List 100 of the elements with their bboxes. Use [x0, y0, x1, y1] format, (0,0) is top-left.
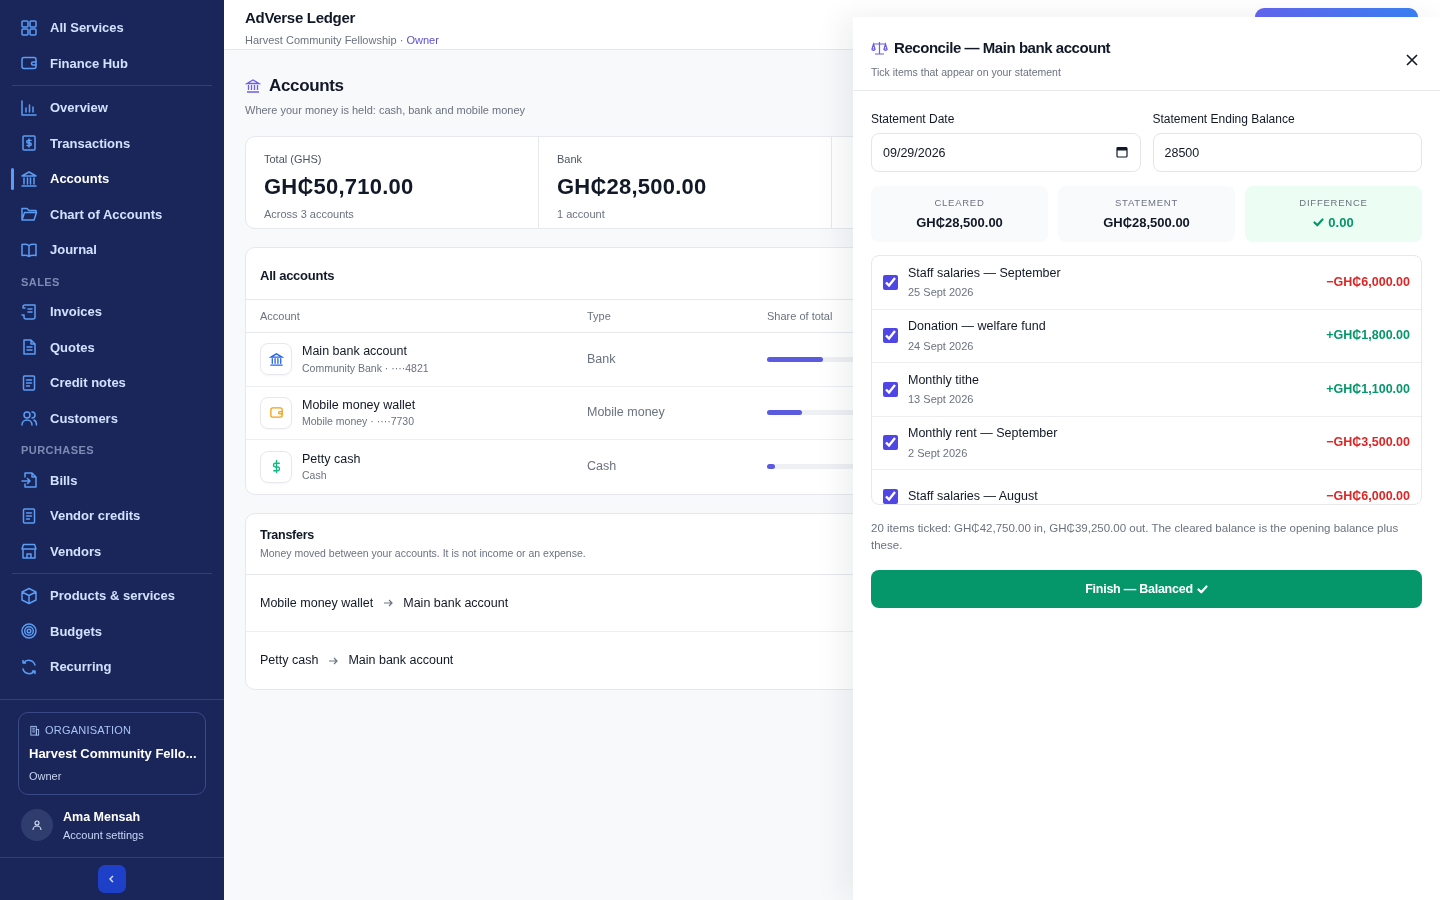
document-icon	[20, 338, 38, 357]
checkbox[interactable]	[883, 274, 898, 290]
sidebar-item[interactable]: Finance Hub	[12, 45, 212, 81]
date-field[interactable]: 09/29/2026	[871, 133, 1141, 172]
tile-label: DIFFERENCE	[1299, 195, 1368, 210]
item-date: 24 Sept 2026	[908, 338, 975, 354]
target-icon	[20, 622, 38, 641]
item-title: Monthly tithe	[908, 371, 979, 389]
organisation-card[interactable]: ORGANISATION Harvest Community Fello... Owner	[18, 712, 206, 795]
balance-field[interactable]: 28500	[1152, 133, 1422, 172]
organisation-name: Harvest Community Fello...	[29, 744, 195, 763]
header-button[interactable]	[1255, 8, 1418, 17]
sidebar-item[interactable]: Products & services	[12, 578, 212, 614]
field-label: Statement Date	[871, 111, 956, 128]
tile-value: 0.00	[1328, 213, 1354, 232]
account-name: Main bank account	[302, 343, 408, 360]
collapse-button[interactable]	[98, 865, 126, 893]
file-import-icon	[20, 471, 38, 490]
account-name: Petty cash	[302, 450, 361, 468]
card-title: All accounts	[260, 268, 335, 283]
sidebar-item[interactable]: Invoices	[12, 294, 212, 330]
transfer-from: Mobile money wallet	[260, 594, 374, 612]
stat-value: GH₵50,710.00	[264, 172, 415, 201]
checkbox[interactable]	[883, 488, 898, 504]
account-detail: Cash	[302, 468, 328, 484]
panel-title: Reconcile — Main bank account	[894, 38, 1111, 58]
item-date: 2 Sept 2026	[908, 445, 969, 461]
refresh-icon	[20, 657, 38, 676]
item-amount: +GH₵1,100.00	[1326, 380, 1410, 398]
account-type: Bank	[587, 350, 617, 368]
sidebar-item[interactable]: Vendor credits	[12, 498, 212, 534]
box-icon	[20, 586, 38, 605]
sidebar-item[interactable]: Recurring	[12, 649, 212, 685]
wallet-icon	[268, 405, 284, 421]
bank-icon	[20, 169, 38, 188]
sidebar-item[interactable]: Budgets	[12, 613, 212, 649]
checkbox[interactable]	[883, 381, 898, 397]
panel-subtitle: Tick items that appear on your statement	[871, 64, 1062, 80]
store-icon	[20, 542, 38, 561]
stat-note: 1 account	[557, 206, 606, 222]
app-title: AdVerse Ledger	[245, 8, 355, 28]
transfer-from: Petty cash	[260, 652, 319, 670]
sidebar-item[interactable]: Accounts	[12, 161, 212, 197]
sidebar-item[interactable]: Overview	[12, 90, 212, 126]
stat-label: Total (GHS)	[264, 152, 323, 167]
item-title: Monthly rent — September	[908, 425, 1058, 443]
summary-note: 20 items ticked: GH₵42,750.00 in, GH₵39,250.00 out. The cleared balance is the opening balance plus these.	[871, 521, 1400, 553]
transfer-to: Main bank account	[348, 652, 454, 670]
sidebar-item[interactable]: Journal	[12, 232, 212, 268]
arrow-right-icon	[383, 598, 394, 608]
bank-icon	[245, 77, 261, 94]
column-header: Share of total	[767, 308, 833, 324]
organisation-label: ORGANISATION	[45, 723, 132, 739]
receipt-icon	[20, 134, 38, 153]
page-subtitle: Where your money is held: cash, bank and mobile money	[245, 102, 527, 118]
field-label: Statement Ending Balance	[1152, 111, 1296, 128]
item-title: Staff salaries — September	[908, 264, 1061, 282]
arrow-right-icon	[328, 655, 339, 666]
column-header: Account	[260, 308, 301, 324]
sidebar-item[interactable]: Transactions	[12, 125, 212, 161]
account-type: Cash	[587, 458, 618, 476]
sidebar-item[interactable]: Chart of Accounts	[12, 196, 212, 232]
item-amount: −GH₵6,000.00	[1326, 487, 1410, 504]
users-icon	[20, 409, 38, 428]
checkbox[interactable]	[883, 328, 898, 344]
organisation-role: Owner	[29, 769, 63, 785]
item-title: Donation — welfare fund	[908, 318, 1046, 336]
bank-icon	[268, 351, 284, 367]
scroll-icon	[20, 302, 38, 321]
section-heading: SALES	[20, 274, 61, 290]
role-link[interactable]: Owner	[406, 33, 439, 46]
sidebar-item[interactable]: Credit notes	[12, 365, 212, 401]
building-icon	[29, 725, 40, 736]
sidebar-item[interactable]: Quotes	[12, 329, 212, 365]
sidebar-item[interactable]: Vendors	[12, 533, 212, 569]
avatar-icon[interactable]	[21, 809, 53, 842]
sidebar-item[interactable]: Customers	[12, 400, 212, 436]
account-name: Mobile money wallet	[302, 396, 416, 414]
sidebar-item[interactable]: All Services	[12, 10, 212, 46]
scale-icon	[871, 40, 888, 56]
item-title: Staff salaries — August	[908, 487, 1038, 504]
transfer-to: Main bank account	[403, 594, 509, 612]
sidebar-item[interactable]: Bills	[12, 462, 212, 498]
tile-value: GH₵28,500.00	[1103, 213, 1190, 232]
stat-value: GH₵28,500.00	[557, 172, 708, 201]
item-date: 13 Sept 2026	[908, 392, 975, 408]
item-amount: +GH₵1,800.00	[1326, 327, 1410, 345]
check-icon	[1313, 218, 1325, 228]
card-title: Transfers	[260, 526, 316, 544]
calendar-icon[interactable]	[1115, 146, 1128, 158]
stat-note: Across 3 accounts	[264, 206, 355, 222]
account-settings-link[interactable]: Account settings	[63, 826, 144, 843]
document-icon	[20, 373, 38, 392]
column-header: Type	[587, 308, 612, 324]
checkbox[interactable]	[883, 435, 898, 451]
grid-icon	[20, 18, 38, 37]
finish-button[interactable]: Finish — Balanced	[871, 570, 1422, 608]
user-name: Ama Mensah	[63, 808, 142, 826]
item-amount: −GH₵6,000.00	[1326, 273, 1410, 291]
tile-label: STATEMENT	[1115, 195, 1178, 210]
